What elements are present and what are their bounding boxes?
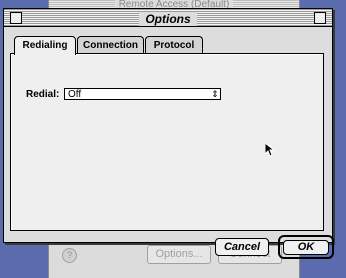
ok-button-default-ring: OK	[278, 235, 334, 259]
dialog-title: Options	[139, 12, 197, 26]
redial-select-value: Off	[68, 89, 82, 100]
dialog-title-bar[interactable]: Options	[4, 9, 332, 27]
options-button[interactable]: Options...	[147, 245, 211, 264]
cancel-button[interactable]: Cancel	[215, 238, 269, 256]
redial-label: Redial:	[26, 89, 60, 100]
help-icon[interactable]: ?	[62, 248, 77, 263]
tab-connection[interactable]: Connection	[77, 36, 144, 54]
zoom-box-icon[interactable]	[314, 12, 326, 24]
tab-redialing[interactable]: Redialing	[14, 36, 76, 55]
options-dialog: Options Redialing Connection Protocol Re…	[3, 8, 334, 259]
up-down-arrows-icon: ⇕	[211, 89, 219, 99]
redial-select[interactable]: Off ⇕	[64, 88, 221, 100]
mouse-cursor-icon	[265, 143, 275, 157]
dialog-content: Redialing Connection Protocol Redial: Of…	[8, 30, 334, 259]
tab-protocol[interactable]: Protocol	[145, 36, 203, 54]
ok-button[interactable]: OK	[283, 240, 329, 255]
tab-panel: Redial: Off ⇕	[10, 53, 324, 231]
